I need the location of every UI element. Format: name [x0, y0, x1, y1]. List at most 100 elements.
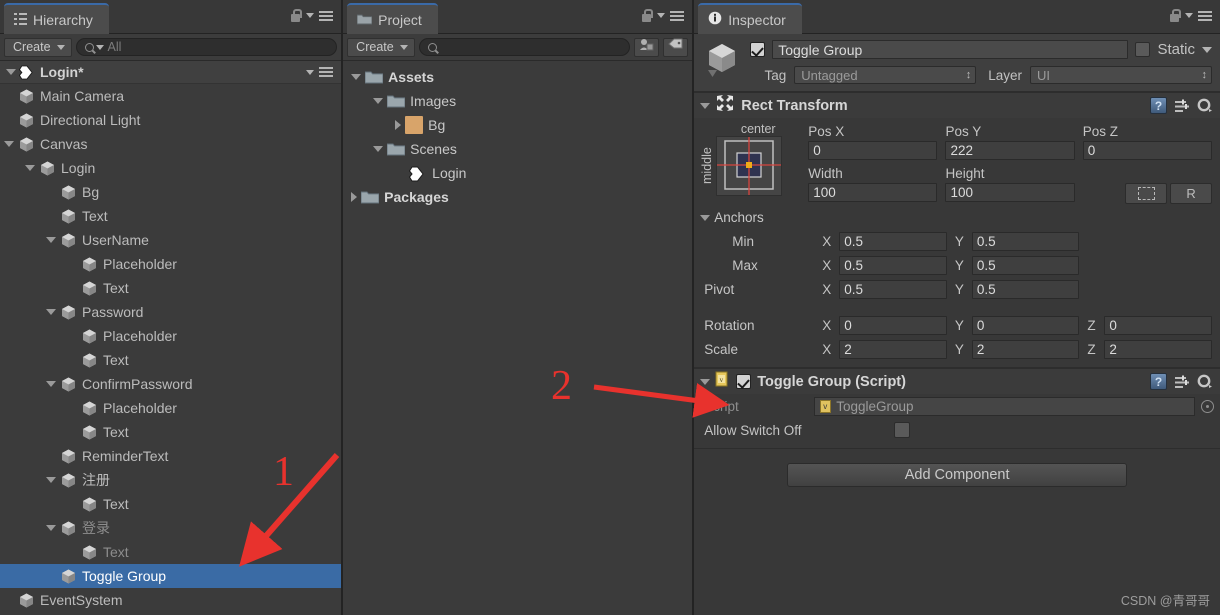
lock-icon[interactable]: [1169, 9, 1181, 22]
gameobject-enabled-checkbox[interactable]: [750, 42, 766, 57]
help-icon[interactable]: ?: [1150, 97, 1167, 114]
hierarchy-item-toggle-group[interactable]: Toggle Group: [0, 564, 342, 588]
chevron-down-icon[interactable]: [1185, 13, 1193, 18]
width-input[interactable]: 100: [808, 183, 938, 202]
pivot-x-input[interactable]: 0.5: [839, 279, 947, 299]
hierarchy-item--[interactable]: 注册: [0, 468, 341, 492]
toggle-group-header[interactable]: v Toggle Group (Script) ?: [694, 369, 1220, 394]
chevron-down-icon[interactable]: [46, 237, 56, 243]
help-icon[interactable]: ?: [1150, 373, 1167, 390]
project-item-images[interactable]: Images: [343, 89, 692, 113]
chevron-down-icon[interactable]: [306, 13, 315, 18]
static-chevron-down-icon[interactable]: [1202, 46, 1212, 53]
hierarchy-item-confirmpassword[interactable]: ConfirmPassword: [0, 372, 341, 396]
rect-transform-header[interactable]: Rect Transform ?: [694, 93, 1220, 118]
chevron-down-icon[interactable]: [46, 525, 56, 531]
chevron-down-icon[interactable]: [700, 378, 711, 385]
hierarchy-item-text[interactable]: Text: [0, 348, 341, 372]
scene-row[interactable]: Login*: [0, 61, 342, 84]
chevron-down-icon[interactable]: [373, 98, 384, 104]
hierarchy-item-text[interactable]: Text: [0, 204, 341, 228]
create-button[interactable]: Create: [4, 37, 72, 57]
project-search-input[interactable]: [418, 38, 631, 56]
lock-icon[interactable]: [641, 9, 654, 22]
hierarchy-item-main-camera[interactable]: Main Camera: [0, 84, 341, 108]
hierarchy-item-placeholder[interactable]: Placeholder: [0, 324, 341, 348]
hierarchy-item-text[interactable]: Text: [0, 492, 341, 516]
filter-by-label-button[interactable]: [663, 37, 689, 57]
hierarchy-item-text[interactable]: Text: [0, 276, 341, 300]
rotation-z-input[interactable]: 0: [1104, 315, 1212, 335]
chevron-down-icon[interactable]: [6, 69, 16, 75]
add-component-button[interactable]: Add Component: [787, 463, 1128, 487]
rotation-y-input[interactable]: 0: [971, 315, 1080, 335]
chevron-down-icon[interactable]: [700, 102, 711, 109]
chevron-down-icon[interactable]: [4, 141, 14, 147]
gear-icon[interactable]: [1197, 98, 1213, 114]
hierarchy-item-remindertext[interactable]: ReminderText: [0, 444, 341, 468]
tab-hierarchy[interactable]: Hierarchy: [4, 3, 109, 34]
chevron-down-icon[interactable]: [351, 74, 362, 80]
chevron-down-icon[interactable]: [46, 309, 56, 315]
layer-dropdown[interactable]: UI: [1030, 66, 1212, 84]
anchor-min-x-input[interactable]: 0.5: [839, 231, 947, 251]
anchor-preset-graphic[interactable]: [716, 136, 783, 196]
chevron-down-icon[interactable]: [373, 146, 384, 152]
preset-icon[interactable]: [1174, 374, 1190, 390]
tag-dropdown[interactable]: Untagged: [794, 66, 977, 84]
project-create-button[interactable]: Create: [347, 37, 415, 57]
hierarchy-item-placeholder[interactable]: Placeholder: [0, 252, 341, 276]
tab-inspector[interactable]: Inspector: [698, 3, 802, 34]
menu-icon[interactable]: [1198, 10, 1212, 21]
static-checkbox[interactable]: [1135, 42, 1151, 57]
anchor-max-y-input[interactable]: 0.5: [971, 255, 1080, 275]
gameobject-name-input[interactable]: Toggle Group: [772, 40, 1129, 59]
hierarchy-item-username[interactable]: UserName: [0, 228, 341, 252]
object-picker-icon[interactable]: [1201, 399, 1214, 413]
pos-y-input[interactable]: 222: [945, 141, 1075, 160]
hierarchy-item-placeholder[interactable]: Placeholder: [0, 396, 341, 420]
allow-switch-off-checkbox[interactable]: [894, 422, 911, 438]
project-item-packages[interactable]: Packages: [343, 185, 692, 209]
chevron-down-icon[interactable]: [46, 477, 56, 483]
project-item-login[interactable]: Login: [343, 161, 692, 185]
pivot-y-input[interactable]: 0.5: [971, 279, 1080, 299]
anchors-foldout[interactable]: Anchors: [694, 206, 1220, 229]
scene-menu-icon[interactable]: [319, 67, 334, 77]
toggle-group-enabled-checkbox[interactable]: [736, 374, 752, 389]
chevron-right-icon[interactable]: [351, 192, 358, 202]
menu-icon[interactable]: [319, 10, 334, 21]
hierarchy-item-bg[interactable]: Bg: [0, 180, 341, 204]
height-input[interactable]: 100: [945, 183, 1075, 202]
hierarchy-search-input[interactable]: All: [75, 38, 338, 56]
pos-x-input[interactable]: 0: [808, 141, 938, 160]
blueprint-mode-button[interactable]: [1125, 183, 1168, 204]
anchor-max-x-input[interactable]: 0.5: [839, 255, 947, 275]
menu-icon[interactable]: [670, 10, 685, 21]
scale-y-input[interactable]: 2: [971, 339, 1080, 359]
anchor-preset-widget[interactable]: center middle: [700, 122, 802, 202]
hierarchy-item--[interactable]: 登录: [0, 516, 341, 540]
hierarchy-item-text[interactable]: Text: [0, 540, 341, 564]
chevron-down-icon[interactable]: [46, 381, 56, 387]
project-item-bg[interactable]: Bg: [343, 113, 692, 137]
anchor-min-y-input[interactable]: 0.5: [971, 231, 1080, 251]
hierarchy-item-login[interactable]: Login: [0, 156, 341, 180]
raw-edit-mode-button[interactable]: R: [1170, 183, 1213, 204]
script-object-field[interactable]: ToggleGroup: [814, 396, 1195, 416]
hierarchy-item-directional-light[interactable]: Directional Light: [0, 108, 341, 132]
tab-project[interactable]: Project: [347, 3, 438, 34]
hierarchy-item-eventsystem[interactable]: EventSystem: [0, 588, 341, 612]
rotation-x-input[interactable]: 0: [839, 315, 947, 335]
lock-icon[interactable]: [290, 9, 303, 22]
project-item-scenes[interactable]: Scenes: [343, 137, 692, 161]
filter-by-type-button[interactable]: [634, 37, 660, 57]
scale-z-input[interactable]: 2: [1104, 339, 1212, 359]
chevron-down-icon[interactable]: [306, 69, 315, 75]
hierarchy-item-canvas[interactable]: Canvas: [0, 132, 341, 156]
hierarchy-item-password[interactable]: Password: [0, 300, 341, 324]
chevron-down-icon[interactable]: [25, 165, 35, 171]
scale-x-input[interactable]: 2: [839, 339, 947, 359]
hierarchy-item-text[interactable]: Text: [0, 420, 341, 444]
chevron-down-icon[interactable]: [657, 13, 666, 18]
